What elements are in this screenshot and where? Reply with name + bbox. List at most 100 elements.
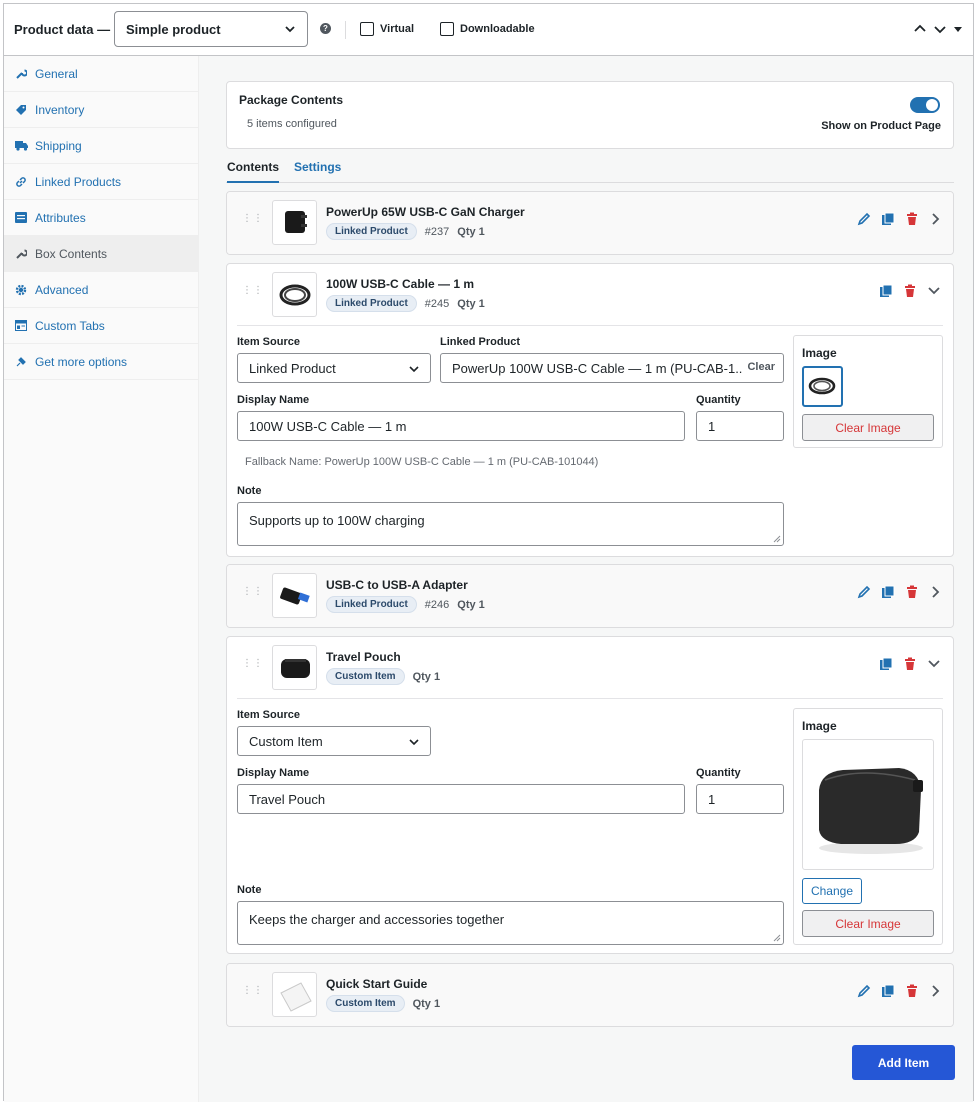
chevron-down-icon [409,739,419,746]
linked-product-field[interactable]: PowerUp 100W USB-C Cable — 1 m (PU-CAB-1… [440,353,784,383]
content-tabs: Contents Settings [226,154,954,183]
chevron-up-icon[interactable] [913,22,927,36]
duplicate-icon[interactable] [881,212,895,226]
duplicate-icon[interactable] [879,284,893,298]
caret-down-icon[interactable] [953,22,963,36]
item-header[interactable]: ⋮⋮ 100W USB-C Cable — 1 m Linked Product… [237,264,943,326]
item-header[interactable]: ⋮⋮ PowerUp 65W USB-C GaN Charger Linked … [227,192,953,254]
item-type-badge: Custom Item [326,995,405,1012]
pencil-icon[interactable] [857,585,871,599]
chevron-right-icon[interactable] [929,585,941,599]
display-name-input[interactable]: Travel Pouch [237,784,685,814]
list-icon [14,212,28,223]
note-label: Note [237,884,262,896]
quantity-input[interactable]: 1 [696,411,784,441]
sidebar-item-advanced[interactable]: Advanced [4,272,198,308]
item-meta: Linked Product #246 Qty 1 [326,596,485,613]
product-data-tabs: General Inventory Shipping Linked Produc… [4,56,199,1102]
item-id: #237 [424,225,450,238]
quantity-label: Quantity [696,767,741,779]
help-icon[interactable]: ? [320,23,331,34]
sidebar-item-attributes[interactable]: Attributes [4,200,198,236]
tab-contents[interactable]: Contents [227,160,279,183]
add-item-button[interactable]: Add Item [852,1045,955,1080]
chevron-right-icon[interactable] [929,212,941,226]
virtual-checkbox-box[interactable] [360,22,374,36]
sidebar-item-label: Get more options [35,354,128,369]
clear-image-button[interactable]: Clear Image [802,414,934,441]
tab-settings[interactable]: Settings [294,160,341,174]
chevron-right-icon[interactable] [929,984,941,998]
chevron-down-icon[interactable] [927,285,941,297]
product-data-header: Product data — Simple product ? Virtual … [4,4,973,56]
duplicate-icon[interactable] [881,984,895,998]
drag-handle-icon[interactable]: ⋮⋮ [242,986,264,996]
sidebar-item-linked-products[interactable]: Linked Products [4,164,198,200]
sidebar-item-shipping[interactable]: Shipping [4,128,198,164]
item-meta: Custom Item Qty 1 [326,995,440,1012]
product-data-panel: Product data — Simple product ? Virtual … [3,3,974,1102]
list-item: ⋮⋮ USB-C to USB-A Adapter Linked Product… [226,564,954,628]
item-actions [857,212,941,226]
sidebar-item-inventory[interactable]: Inventory [4,92,198,128]
duplicate-icon[interactable] [881,585,895,599]
sidebar-item-label: Linked Products [35,174,122,189]
trash-icon[interactable] [903,657,917,671]
pencil-icon[interactable] [857,984,871,998]
item-type-badge: Linked Product [326,295,417,312]
drag-handle-icon[interactable]: ⋮⋮ [242,659,264,669]
sidebar-item-general[interactable]: General [4,56,198,92]
trash-icon[interactable] [903,284,917,298]
drag-handle-icon[interactable]: ⋮⋮ [242,214,264,224]
trash-icon[interactable] [905,212,919,226]
show-on-product-page-toggle[interactable] [910,97,940,113]
resize-grip-icon[interactable] [773,535,781,543]
item-thumbnail [272,972,317,1017]
drag-handle-icon[interactable]: ⋮⋮ [242,286,264,296]
sidebar-item-get-more-options[interactable]: Get more options [4,344,198,380]
item-source-select[interactable]: Custom Item [237,726,431,756]
linked-product-label: Linked Product [440,336,521,348]
sidebar-item-box-contents[interactable]: Box Contents [4,236,198,272]
package-subtitle: 5 items configured [247,118,337,130]
chevron-down-icon[interactable] [927,658,941,670]
sidebar-item-label: Inventory [35,102,85,117]
item-header[interactable]: ⋮⋮ Travel Pouch Custom Item Qty 1 [237,637,943,699]
trash-icon[interactable] [905,984,919,998]
quantity-input[interactable]: 1 [696,784,784,814]
display-name-value: 100W USB-C Cable — 1 m [249,418,407,434]
item-thumbnail [272,272,317,317]
clear-image-button[interactable]: Clear Image [802,910,934,937]
note-textarea[interactable]: Keeps the charger and accessories togeth… [237,901,784,945]
duplicate-icon[interactable] [879,657,893,671]
note-value: Keeps the charger and accessories togeth… [249,912,505,927]
item-header[interactable]: ⋮⋮ USB-C to USB-A Adapter Linked Product… [227,565,953,627]
item-actions [857,984,941,998]
image-panel: Image Change Clear Image [793,708,943,945]
linked-product-clear-button[interactable]: Clear [747,361,775,373]
pencil-icon[interactable] [857,212,871,226]
list-item: ⋮⋮ Quick Start Guide Custom Item Qty 1 [226,963,954,1027]
trash-icon[interactable] [905,585,919,599]
selected-image-thumbnail[interactable] [802,366,843,407]
panel-move-controls [913,22,963,36]
resize-grip-icon[interactable] [773,934,781,942]
drag-handle-icon[interactable]: ⋮⋮ [242,587,264,597]
change-image-button[interactable]: Change [802,878,862,904]
item-header[interactable]: ⋮⋮ Quick Start Guide Custom Item Qty 1 [227,964,953,1026]
virtual-checkbox[interactable]: Virtual [360,22,414,36]
product-type-select[interactable]: Simple product [114,11,308,47]
item-title: PowerUp 65W USB-C GaN Charger [326,205,525,219]
note-value: Supports up to 100W charging [249,513,425,528]
package-contents-summary: Package Contents 5 items configured Show… [226,81,954,149]
list-item: ⋮⋮ PowerUp 65W USB-C GaN Charger Linked … [226,191,954,255]
note-textarea[interactable]: Supports up to 100W charging [237,502,784,546]
chevron-down-icon[interactable] [933,22,947,36]
item-type-badge: Custom Item [326,668,405,685]
toggle-label: Show on Product Page [821,120,941,132]
sidebar-item-custom-tabs[interactable]: Custom Tabs [4,308,198,344]
display-name-input[interactable]: 100W USB-C Cable — 1 m [237,411,685,441]
downloadable-checkbox-box[interactable] [440,22,454,36]
downloadable-checkbox[interactable]: Downloadable [440,22,535,36]
item-source-select[interactable]: Linked Product [237,353,431,383]
